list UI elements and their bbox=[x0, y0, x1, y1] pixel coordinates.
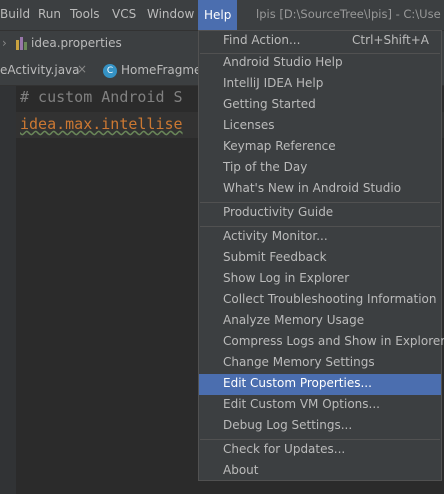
tab-home-fragment[interactable]: HomeFragmer bbox=[121, 63, 206, 77]
editor-gutter bbox=[0, 86, 16, 494]
menu-item-shortcut: Ctrl+Shift+A bbox=[352, 33, 429, 47]
menu-item-label: Productivity Guide bbox=[223, 205, 334, 219]
menu-item-licenses[interactable]: Licenses bbox=[199, 116, 441, 137]
menu-item-tip-of-the-day[interactable]: Tip of the Day bbox=[199, 158, 441, 179]
menu-item-keymap-reference[interactable]: Keymap Reference bbox=[199, 137, 441, 158]
menu-vcs[interactable]: VCS bbox=[112, 7, 136, 21]
menu-item-label: Android Studio Help bbox=[223, 55, 343, 69]
class-icon: C bbox=[103, 64, 117, 78]
menu-item-analyze-memory[interactable]: Analyze Memory Usage bbox=[199, 311, 441, 332]
menu-item-label: Change Memory Settings bbox=[223, 355, 375, 369]
menu-item-activity-monitor[interactable]: Activity Monitor... bbox=[199, 227, 441, 248]
main-menu-bar: Build Run Tools VCS Window Help lpis [D:… bbox=[0, 0, 444, 30]
menu-item-show-log[interactable]: Show Log in Explorer bbox=[199, 269, 441, 290]
menu-item-label: Debug Log Settings... bbox=[223, 418, 353, 432]
menu-item-change-memory[interactable]: Change Memory Settings bbox=[199, 353, 441, 374]
menu-item-compress-logs[interactable]: Compress Logs and Show in Explorer bbox=[199, 332, 444, 353]
menu-item-label: About bbox=[223, 463, 259, 477]
menu-item-label: Check for Updates... bbox=[223, 442, 346, 456]
menu-run[interactable]: Run bbox=[38, 7, 61, 21]
menu-build[interactable]: Build bbox=[0, 7, 30, 21]
menu-item-label: Submit Feedback bbox=[223, 250, 327, 264]
menu-item-productivity-guide[interactable]: Productivity Guide bbox=[199, 203, 441, 224]
menu-item-submit-feedback[interactable]: Submit Feedback bbox=[199, 248, 441, 269]
menu-item-label: Getting Started bbox=[223, 97, 316, 111]
menu-item-label: What's New in Android Studio bbox=[223, 181, 402, 195]
properties-file-icon bbox=[16, 37, 27, 50]
menu-item-label: Find Action... bbox=[223, 33, 301, 47]
menu-item-collect-troubleshooting[interactable]: Collect Troubleshooting Information bbox=[199, 290, 441, 311]
menu-item-edit-custom-vm-options[interactable]: Edit Custom VM Options... bbox=[199, 395, 441, 416]
menu-item-check-for-updates[interactable]: Check for Updates... bbox=[199, 440, 441, 461]
menu-item-intellij-help[interactable]: IntelliJ IDEA Help bbox=[199, 74, 441, 95]
menu-item-edit-custom-properties[interactable]: Edit Custom Properties... bbox=[199, 374, 441, 395]
menu-item-android-studio-help[interactable]: Android Studio Help bbox=[199, 53, 441, 74]
menu-item-find-action[interactable]: Find Action... Ctrl+Shift+A bbox=[199, 31, 441, 52]
code-line-comment: # custom Android S bbox=[20, 88, 183, 106]
menu-item-label: IntelliJ IDEA Help bbox=[223, 76, 324, 90]
menu-item-about[interactable]: About bbox=[199, 461, 441, 482]
close-icon[interactable]: × bbox=[77, 62, 87, 76]
menu-help[interactable]: Help bbox=[198, 0, 238, 30]
menu-item-label: Licenses bbox=[223, 118, 275, 132]
menu-item-label: Compress Logs and Show in Explorer bbox=[223, 334, 444, 348]
menu-item-label: Collect Troubleshooting Information bbox=[223, 292, 437, 306]
menu-item-label: Analyze Memory Usage bbox=[223, 313, 365, 327]
breadcrumb-file[interactable]: idea.properties bbox=[31, 36, 122, 50]
menu-item-label: Show Log in Explorer bbox=[223, 271, 350, 285]
code-line-property: idea.max.intellise bbox=[20, 115, 183, 133]
menu-window[interactable]: Window bbox=[147, 7, 194, 21]
menu-item-getting-started[interactable]: Getting Started bbox=[199, 95, 441, 116]
menu-item-label: Activity Monitor... bbox=[223, 229, 328, 243]
menu-item-label: Edit Custom Properties... bbox=[223, 376, 372, 390]
menu-item-label: Keymap Reference bbox=[223, 139, 336, 153]
help-dropdown-menu: Find Action... Ctrl+Shift+A Android Stud… bbox=[198, 30, 444, 482]
tab-activity-java[interactable]: eActivity.java bbox=[0, 63, 80, 77]
menu-tools[interactable]: Tools bbox=[70, 7, 100, 21]
menu-item-label: Tip of the Day bbox=[223, 160, 308, 174]
menu-item-debug-log-settings[interactable]: Debug Log Settings... bbox=[199, 416, 441, 437]
window-title: lpis [D:\SourceTree\lpis] - C:\Use bbox=[256, 7, 441, 21]
menu-item-label: Edit Custom VM Options... bbox=[223, 397, 380, 411]
chevron-right-icon: › bbox=[2, 36, 7, 50]
menu-item-whats-new[interactable]: What's New in Android Studio bbox=[199, 179, 441, 200]
